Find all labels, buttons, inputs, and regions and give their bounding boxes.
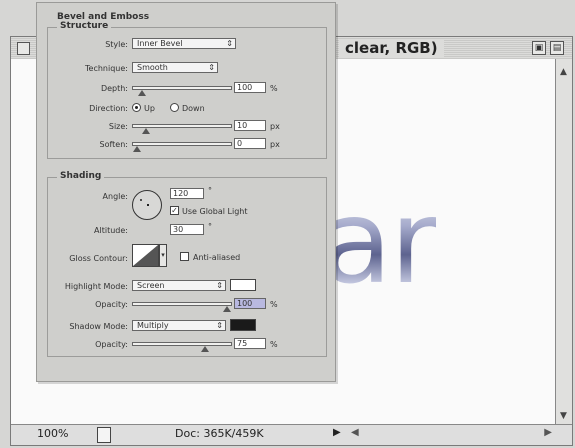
soften-label: Soften: xyxy=(99,140,128,149)
shadow-mode-popup[interactable]: Multiply ⇕ xyxy=(132,320,226,331)
altitude-unit: ° xyxy=(208,222,212,231)
angle-field[interactable]: 120 xyxy=(170,188,204,199)
contour-curve-icon xyxy=(133,245,158,266)
technique-value: Smooth xyxy=(137,63,168,72)
scroll-right-icon[interactable]: ▶ xyxy=(544,427,552,438)
style-value: Inner Bevel xyxy=(137,39,183,48)
highlight-opacity-thumb[interactable] xyxy=(223,306,231,312)
arrow-down-icon[interactable]: ▼ xyxy=(558,411,569,421)
anti-aliased-label: Anti-aliased xyxy=(193,253,241,262)
angle-dial[interactable] xyxy=(132,190,162,220)
highlight-mode-value: Screen xyxy=(137,281,165,290)
document-info-icon[interactable] xyxy=(97,427,111,443)
zoom-box-icon[interactable]: ▣ xyxy=(532,41,546,55)
angle-unit: ° xyxy=(208,186,212,195)
direction-label: Direction: xyxy=(89,104,128,113)
style-label: Style: xyxy=(105,40,128,49)
shadow-mode-value: Multiply xyxy=(137,321,169,330)
chevron-updown-icon: ⇕ xyxy=(216,281,223,290)
highlight-color-swatch[interactable] xyxy=(230,279,256,291)
structure-group: Structure Style: Inner Bevel ⇕ Technique:… xyxy=(47,21,327,159)
shadow-color-swatch[interactable] xyxy=(230,319,256,331)
altitude-label: Altitude: xyxy=(94,226,128,235)
doc-size: Doc: 365K/459K xyxy=(175,427,264,440)
depth-slider[interactable] xyxy=(132,86,232,96)
size-field[interactable]: 10 xyxy=(234,120,266,131)
technique-popup[interactable]: Smooth ⇕ xyxy=(132,62,218,73)
close-box-icon[interactable] xyxy=(17,42,30,55)
status-bar: 100% Doc: 365K/459K ▶ ◀ ▶ xyxy=(11,424,572,445)
altitude-field[interactable]: 30 xyxy=(170,224,204,235)
size-unit: px xyxy=(270,122,280,131)
highlight-mode-label: Highlight Mode: xyxy=(64,282,128,291)
technique-label: Technique: xyxy=(85,64,128,73)
use-global-light-checkbox[interactable]: ✓ xyxy=(170,206,179,215)
shading-group: Shading Angle: 120 ° ✓ Use Global Light … xyxy=(47,171,327,357)
direction-down-label: Down xyxy=(182,104,205,113)
bevel-emboss-dialog: Bevel and Emboss Structure Style: Inner … xyxy=(36,2,336,382)
vertical-scrollbar[interactable]: ▲ ▼ xyxy=(555,59,572,425)
shadow-opacity-label: Opacity: xyxy=(95,340,128,349)
dial-center xyxy=(147,204,149,206)
window-title: clear, RGB) xyxy=(339,39,444,57)
scroll-left-icon[interactable]: ◀ xyxy=(351,427,359,438)
highlight-opacity-label: Opacity: xyxy=(95,300,128,309)
zoom-level[interactable]: 100% xyxy=(37,427,68,440)
shadow-opacity-unit: % xyxy=(270,340,278,349)
shading-heading: Shading xyxy=(57,171,105,181)
depth-field[interactable]: 100 xyxy=(234,82,266,93)
gloss-contour-thumbnail[interactable] xyxy=(132,244,159,267)
use-global-light-label: Use Global Light xyxy=(182,207,248,216)
depth-label: Depth: xyxy=(100,84,128,93)
soften-slider[interactable] xyxy=(132,142,232,152)
soften-unit: px xyxy=(270,140,280,149)
size-slider[interactable] xyxy=(132,124,232,134)
style-popup[interactable]: Inner Bevel ⇕ xyxy=(132,38,236,49)
soften-field[interactable]: 0 xyxy=(234,138,266,149)
size-label: Size: xyxy=(108,122,128,131)
arrow-up-icon[interactable]: ▲ xyxy=(558,67,569,77)
shadow-opacity-thumb[interactable] xyxy=(200,346,209,352)
direction-up-label: Up xyxy=(144,104,155,113)
highlight-opacity-unit: % xyxy=(270,300,278,309)
size-slider-thumb[interactable] xyxy=(142,128,150,134)
shadow-opacity-field[interactable]: 75 xyxy=(234,338,266,349)
anti-aliased-checkbox[interactable] xyxy=(180,252,189,261)
chevron-updown-icon: ⇕ xyxy=(216,321,223,330)
chevron-updown-icon: ⇕ xyxy=(208,63,215,72)
direction-down-radio[interactable] xyxy=(170,103,179,112)
shadow-mode-label: Shadow Mode: xyxy=(69,322,128,331)
highlight-opacity-field[interactable]: 100 xyxy=(234,298,266,309)
dial-angle-marker xyxy=(140,199,142,201)
direction-up-radio[interactable] xyxy=(132,103,141,112)
play-icon[interactable]: ▶ xyxy=(333,427,341,438)
highlight-opacity-slider[interactable] xyxy=(132,302,232,312)
canvas-text-layer: ar xyxy=(321,175,438,310)
depth-unit: % xyxy=(270,84,278,93)
shadow-opacity-slider[interactable] xyxy=(132,342,232,352)
highlight-mode-popup[interactable]: Screen ⇕ xyxy=(132,280,226,291)
angle-label: Angle: xyxy=(102,192,128,201)
collapse-box-icon[interactable]: ▤ xyxy=(550,41,564,55)
gloss-contour-label: Gloss Contour: xyxy=(69,254,128,263)
structure-heading: Structure xyxy=(57,21,112,31)
depth-slider-thumb[interactable] xyxy=(137,90,146,96)
soften-slider-thumb[interactable] xyxy=(133,146,141,152)
chevron-updown-icon: ⇕ xyxy=(226,39,233,48)
contour-dropdown-icon[interactable]: ▾ xyxy=(159,244,167,267)
